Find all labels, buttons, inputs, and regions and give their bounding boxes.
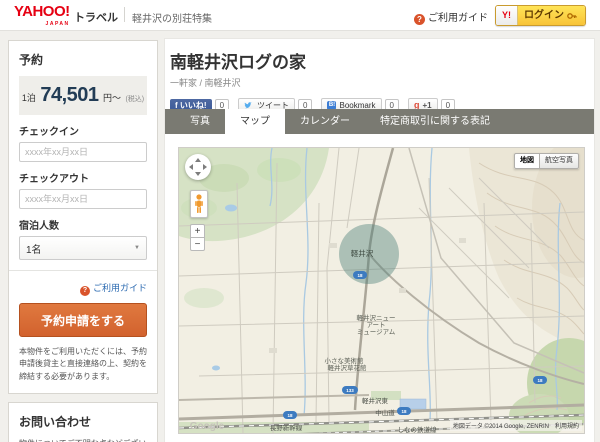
guests-label: 宿泊人数 <box>19 221 59 232</box>
service-name[interactable]: トラベル <box>74 9 118 25</box>
map-pan-control[interactable] <box>185 154 211 180</box>
booking-box: 予約 1泊 74,501 円〜 (税込) チェックイン チェックアウト 宿泊人数… <box>8 40 158 395</box>
route-badge-18: 18 <box>537 378 543 383</box>
zoom-out-button[interactable]: − <box>190 237 205 251</box>
reserve-button[interactable]: 予約申請をする <box>19 303 147 337</box>
tab-commercial-law[interactable]: 特定商取引に関する表記 <box>365 109 505 134</box>
pan-up-arrow-icon[interactable] <box>195 158 201 162</box>
map-type-button[interactable]: 地図 <box>514 153 540 169</box>
label-museum-line2: アート <box>366 321 385 329</box>
checkin-input[interactable] <box>19 142 147 162</box>
route-badge-18: 18 <box>357 273 363 278</box>
key-icon <box>567 12 577 19</box>
property-category: 一軒家 / 南軽井沢 <box>170 78 241 88</box>
login-button[interactable]: Y! ログイン <box>495 5 586 26</box>
price-prefix: 1泊 <box>21 93 36 103</box>
label-museum-line3: ミュージアム <box>357 328 396 336</box>
divider <box>9 270 157 271</box>
google-watermark: Google <box>190 421 225 432</box>
booking-guide-link[interactable]: ? ご利用ガイド <box>19 281 147 296</box>
checkout-label: チェックアウト <box>19 174 89 185</box>
label-karuizawa: 軽井沢 <box>351 248 374 258</box>
tab-bar: 写真 マップ カレンダー 特定商取引に関する表記 <box>165 109 594 134</box>
map-tiles: 18 133 18 18 18 軽井沢 軽井沢ニュー アート ミュージアム 小さ… <box>179 148 584 433</box>
price-tax-note: (税込) <box>125 96 145 103</box>
label-museum-line1: 軽井沢ニュー <box>357 313 396 322</box>
tab-photos[interactable]: 写真 <box>175 109 225 134</box>
tab-map[interactable]: マップ <box>225 109 285 134</box>
zoom-control: + − <box>190 224 205 251</box>
terms-link[interactable]: 利用規約 <box>555 421 579 430</box>
route-badge-18: 18 <box>287 413 293 418</box>
campaign-title: 軽井沢の別荘特集 <box>132 14 212 25</box>
yahoo-logo[interactable]: YAHOO! JAPAN <box>14 4 70 31</box>
contact-title: お問い合わせ <box>19 415 92 430</box>
login-label: ログイン <box>524 10 564 21</box>
price-suffix: 円〜 <box>102 93 121 103</box>
page-title: 南軽井沢ログの家 <box>170 53 306 72</box>
route-badge-18: 18 <box>401 409 407 414</box>
header-guide-label: ご利用ガイド <box>428 13 488 24</box>
sidebar: 予約 1泊 74,501 円〜 (税込) チェックイン チェックアウト 宿泊人数… <box>8 40 158 442</box>
zoom-in-button[interactable]: + <box>190 224 205 238</box>
header-guide-link[interactable]: ? ご利用ガイド <box>414 9 488 25</box>
satellite-type-button[interactable]: 航空写真 <box>540 153 579 169</box>
chevron-down-icon: ▼ <box>134 245 140 251</box>
route-badge-133: 133 <box>346 388 354 393</box>
booking-note: 本物件をご利用いただくには、予約申請後貸主と直接連絡の上、契約を締結する必要があ… <box>19 347 147 381</box>
attribution-text: 地図データ ©2014 Google, ZENRIN <box>452 424 549 430</box>
guests-select[interactable]: 1名 ▼ <box>19 236 147 260</box>
header-divider <box>124 7 125 22</box>
contact-note: 物件についてご不明な点などございましたら、物件の管理者に直接お問い合わせすること… <box>19 438 147 442</box>
booking-title: 予約 <box>19 53 44 67</box>
label-gallery-line2: 軽井沢草花館 <box>328 363 368 372</box>
label-nagano-shinkansen: 長野新幹線 <box>270 423 303 432</box>
pan-down-arrow-icon[interactable] <box>195 172 201 176</box>
checkout-input[interactable] <box>19 189 147 209</box>
question-icon: ? <box>414 14 425 25</box>
checkin-label: チェックイン <box>19 127 79 138</box>
label-nakasendo: 中山道 <box>375 408 395 417</box>
pan-right-arrow-icon[interactable] <box>203 164 207 170</box>
price-box: 1泊 74,501 円〜 (税込) <box>19 76 147 115</box>
page: YAHOO! JAPAN トラベル 軽井沢の別荘特集 ? ご利用ガイド Y! ログ… <box>0 0 600 442</box>
map-attribution: 地図データ ©2014 Google, ZENRIN 利用規約 <box>449 420 582 431</box>
street-view-pegman[interactable] <box>190 190 208 218</box>
booking-guide-label: ご利用ガイド <box>92 283 147 293</box>
pegman-icon <box>195 194 203 213</box>
guests-value: 1名 <box>26 244 42 256</box>
label-shinano-line: しなの鉄道線 <box>398 425 438 433</box>
tab-calendar[interactable]: カレンダー <box>285 109 365 134</box>
price-value: 74,501 <box>40 84 99 106</box>
label-gallery-line1: 小さな美術館 <box>325 356 365 365</box>
content-panel: 南軽井沢ログの家 一軒家 / 南軽井沢 f いいね! 0 ツイート 0 B! B… <box>164 38 595 442</box>
header: YAHOO! JAPAN トラベル 軽井沢の別荘特集 ? ご利用ガイド Y! ログ… <box>0 0 600 31</box>
contact-box: お問い合わせ 物件についてご不明な点などございましたら、物件の管理者に直接お問い… <box>8 402 158 442</box>
map-canvas[interactable]: 18 133 18 18 18 軽井沢 軽井沢ニュー アート ミュージアム 小さ… <box>178 147 585 434</box>
label-karuizawa-higashi: 軽井沢東 <box>362 396 389 405</box>
map-type-control: 地図 航空写真 <box>514 153 579 169</box>
pan-left-arrow-icon[interactable] <box>189 164 193 170</box>
yahoo-y-icon: Y! <box>496 6 518 25</box>
question-icon: ? <box>79 286 90 296</box>
